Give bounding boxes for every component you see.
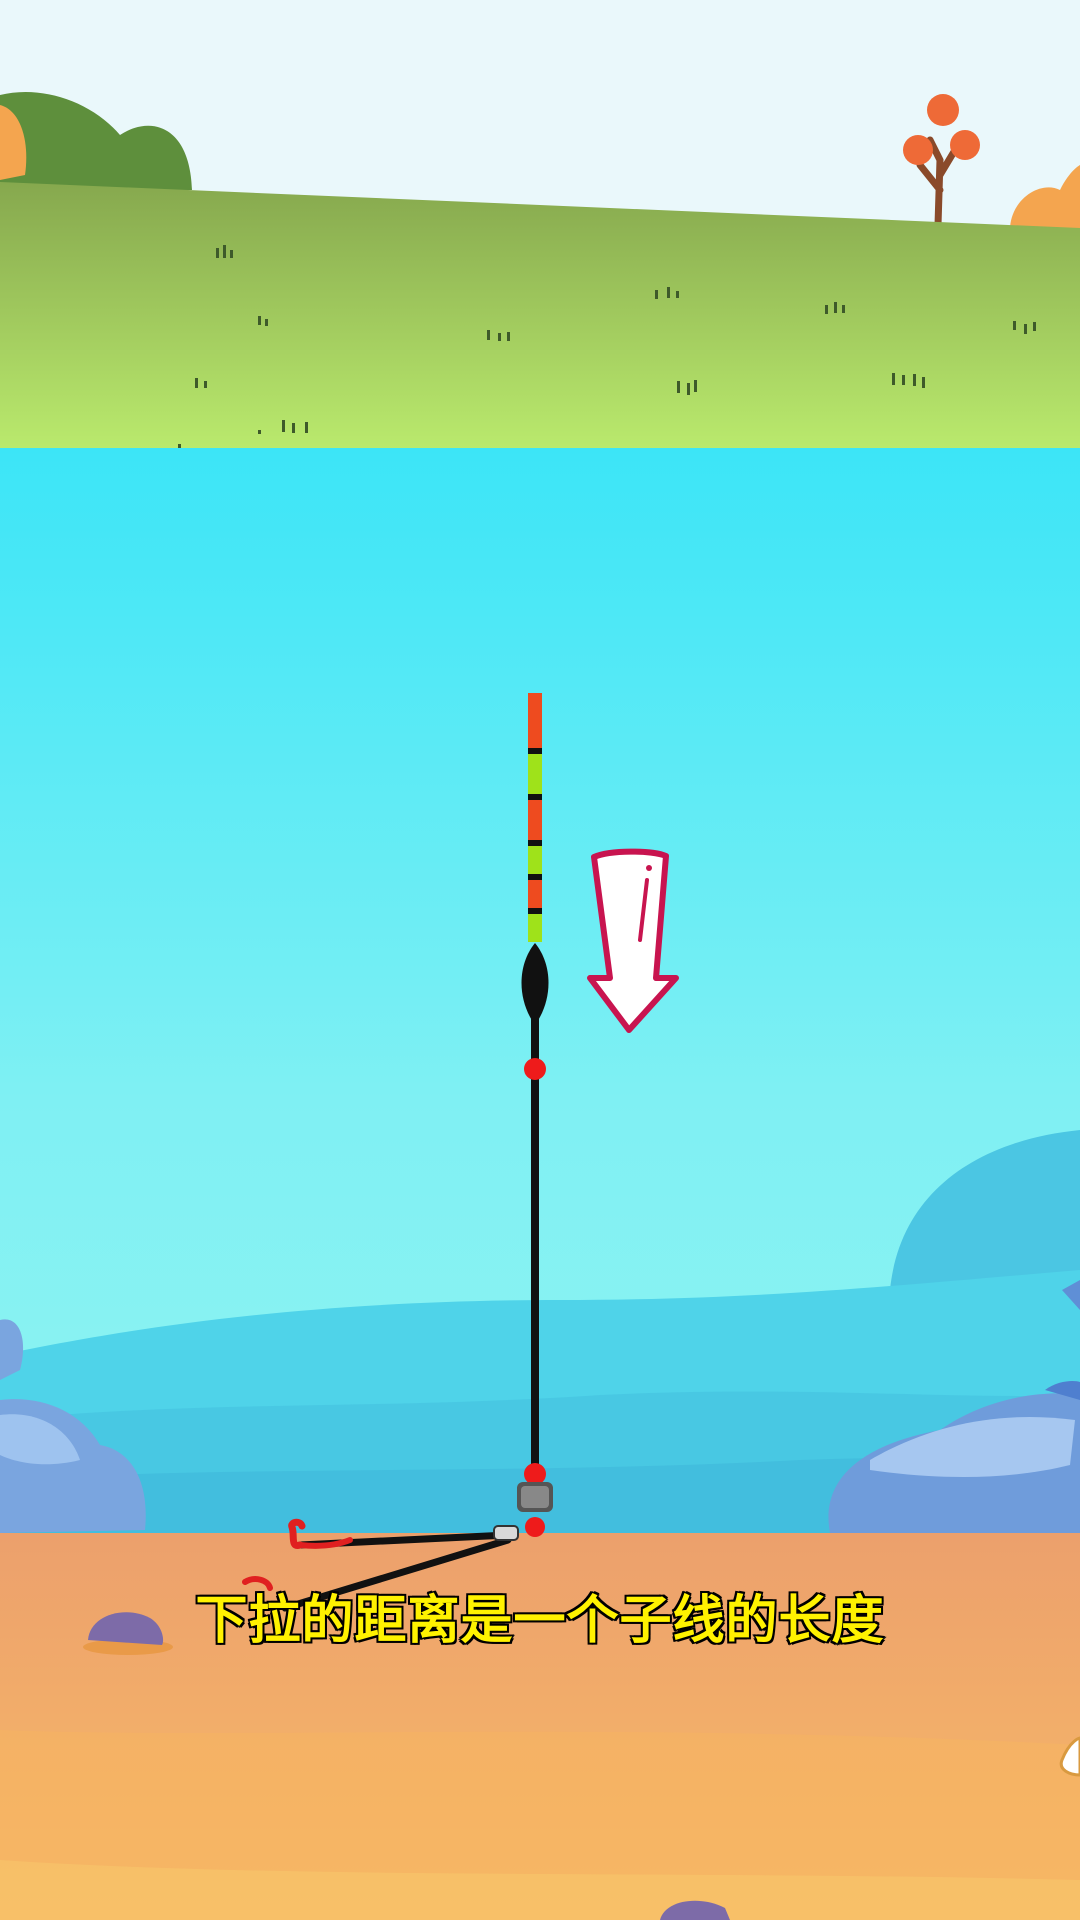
grass-bank <box>0 182 1080 450</box>
subtitle-caption: 下拉的距离是一个子线的长度 <box>194 1590 885 1653</box>
